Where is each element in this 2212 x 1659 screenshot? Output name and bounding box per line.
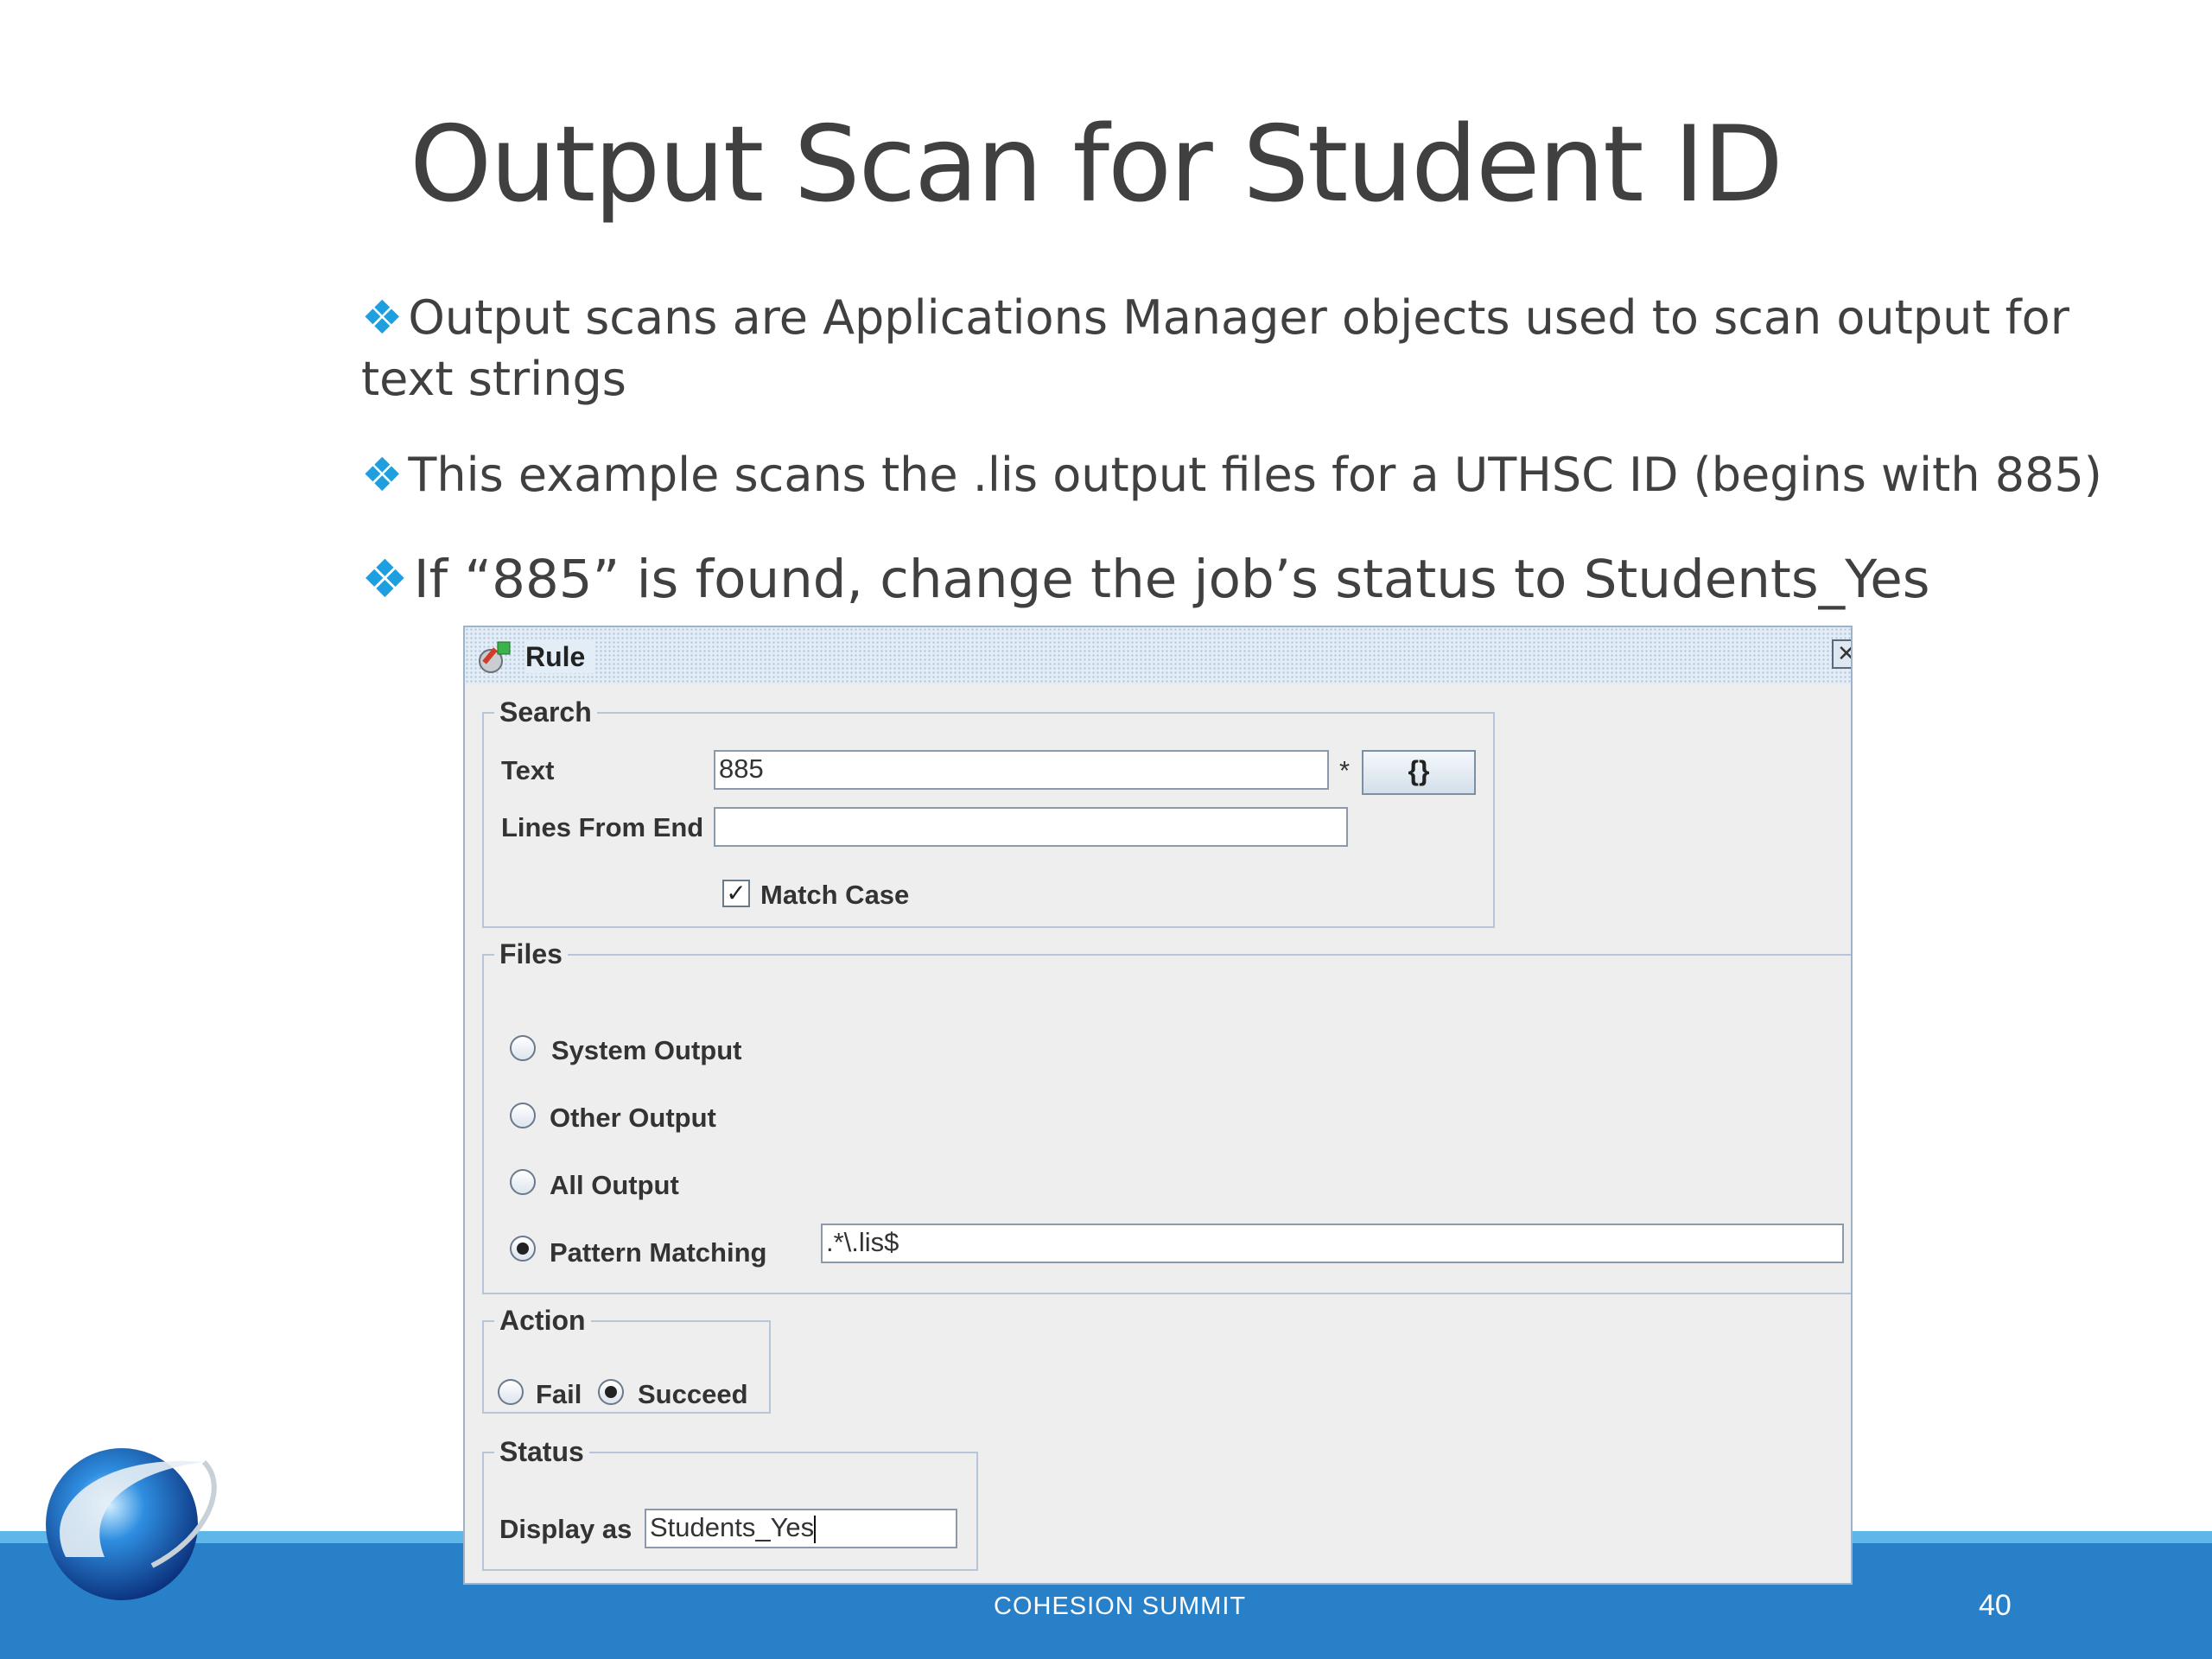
- system-output-radio[interactable]: [510, 1035, 536, 1061]
- bullet-1-text: Output scans are Applications Manager ob…: [361, 290, 2069, 406]
- diamond-bullet-icon: ❖: [361, 290, 404, 345]
- all-output-radio[interactable]: [510, 1169, 536, 1195]
- dialog-titlebar[interactable]: Rule ✕: [465, 627, 1851, 684]
- fail-radio[interactable]: [498, 1379, 524, 1405]
- fail-label: Fail: [536, 1379, 582, 1409]
- status-legend: Status: [499, 1436, 584, 1467]
- rule-dialog: Rule ✕ Search Text 885 * {} Lines From E…: [463, 626, 1853, 1585]
- action-legend: Action: [499, 1305, 586, 1336]
- match-case-label: Match Case: [760, 880, 910, 910]
- bullet-3: ❖If “885” is found, change the job’s sta…: [361, 549, 1930, 610]
- display-as-value: Students_Yes: [650, 1512, 815, 1542]
- diamond-bullet-icon: ❖: [361, 448, 404, 502]
- status-group: Status: [482, 1436, 978, 1571]
- slide-title: Output Scan for Student ID: [410, 104, 1783, 226]
- diamond-bullet-icon: ❖: [361, 549, 409, 610]
- bullet-2-text: This example scans the .lis output files…: [408, 448, 2102, 502]
- text-label: Text: [501, 755, 555, 785]
- close-icon[interactable]: ✕: [1832, 639, 1851, 669]
- pattern-matching-input[interactable]: .*\.lis$: [821, 1224, 1844, 1263]
- other-output-radio[interactable]: [510, 1103, 536, 1128]
- match-case-checkbox[interactable]: ✓: [722, 880, 750, 907]
- other-output-label: Other Output: [550, 1103, 716, 1133]
- bullet-2: ❖ This example scans the .lis output file…: [361, 448, 2102, 502]
- dialog-title: Rule: [525, 641, 594, 673]
- page-number: 40: [1979, 1589, 2012, 1622]
- all-output-label: All Output: [550, 1170, 679, 1200]
- display-as-input[interactable]: Students_Yes: [645, 1509, 957, 1548]
- files-legend: Files: [499, 938, 563, 969]
- required-marker: *: [1339, 755, 1351, 785]
- system-output-label: System Output: [551, 1035, 742, 1065]
- succeed-radio[interactable]: [598, 1379, 624, 1405]
- footer-text: COHESION SUMMIT: [994, 1592, 1247, 1620]
- globe-logo-icon: [46, 1448, 217, 1600]
- bullet-3-text: If “885” is found, change the job’s stat…: [413, 549, 1930, 610]
- lines-from-end-label: Lines From End: [501, 812, 704, 842]
- succeed-label: Succeed: [638, 1379, 748, 1409]
- bullet-1: ❖ Output scans are Applications Manager o…: [361, 287, 2124, 410]
- search-legend: Search: [499, 696, 592, 728]
- pattern-matching-radio[interactable]: [510, 1236, 536, 1262]
- search-text-input[interactable]: 885: [714, 750, 1329, 790]
- rule-icon: [479, 641, 511, 673]
- display-as-label: Display as: [499, 1514, 632, 1544]
- pattern-matching-label: Pattern Matching: [550, 1237, 767, 1268]
- variables-button[interactable]: {}: [1362, 750, 1476, 795]
- text-cursor: [814, 1515, 817, 1543]
- lines-from-end-input[interactable]: [714, 807, 1348, 847]
